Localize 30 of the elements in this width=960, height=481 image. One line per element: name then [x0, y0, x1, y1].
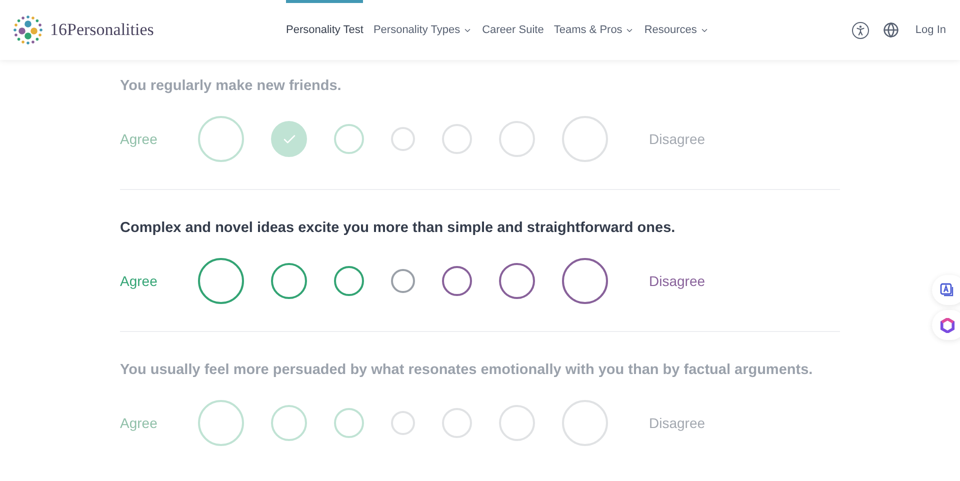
- answer-option[interactable]: [442, 266, 472, 296]
- translate-button[interactable]: [932, 275, 960, 305]
- disagree-label: Disagree: [649, 415, 706, 431]
- question-text: You usually feel more persuaded by what resonates emotionally with you than by factual arguments.: [120, 361, 814, 380]
- answer-option[interactable]: [499, 263, 535, 299]
- logo-text[interactable]: 16Personalities: [50, 20, 154, 40]
- assistant-button[interactable]: [932, 310, 960, 340]
- accessibility-icon[interactable]: [852, 22, 870, 38]
- agree-label: Agree: [120, 415, 158, 431]
- answer-option[interactable]: [334, 266, 364, 296]
- question-text: Complex and novel ideas excite you more than simple and straightforward ones.: [120, 219, 676, 238]
- nav-link[interactable]: Career Suite: [482, 0, 544, 60]
- answer-option[interactable]: [562, 258, 608, 304]
- nav-link[interactable]: Resources: [644, 0, 709, 60]
- answer-option[interactable]: [391, 269, 415, 293]
- login-link[interactable]: Log In: [915, 24, 946, 36]
- answer-option[interactable]: [271, 263, 307, 299]
- disagree-label: Disagree: [649, 131, 706, 147]
- globe-icon[interactable]: [883, 22, 900, 38]
- disagree-label: Disagree: [649, 273, 706, 289]
- nav-link[interactable]: Personality Types: [373, 0, 472, 60]
- question-text: You regularly make new friends.: [120, 77, 342, 96]
- agree-label: Agree: [120, 131, 158, 147]
- agree-label: Agree: [120, 273, 158, 289]
- translate-icon: [940, 283, 954, 297]
- logo-icon: [12, 14, 44, 46]
- nav-link[interactable]: Personality Test: [286, 0, 364, 60]
- answer-option[interactable]: [198, 258, 244, 304]
- nav-link[interactable]: Teams & Pros: [554, 0, 634, 60]
- hexagon-logo-icon: [940, 318, 955, 332]
